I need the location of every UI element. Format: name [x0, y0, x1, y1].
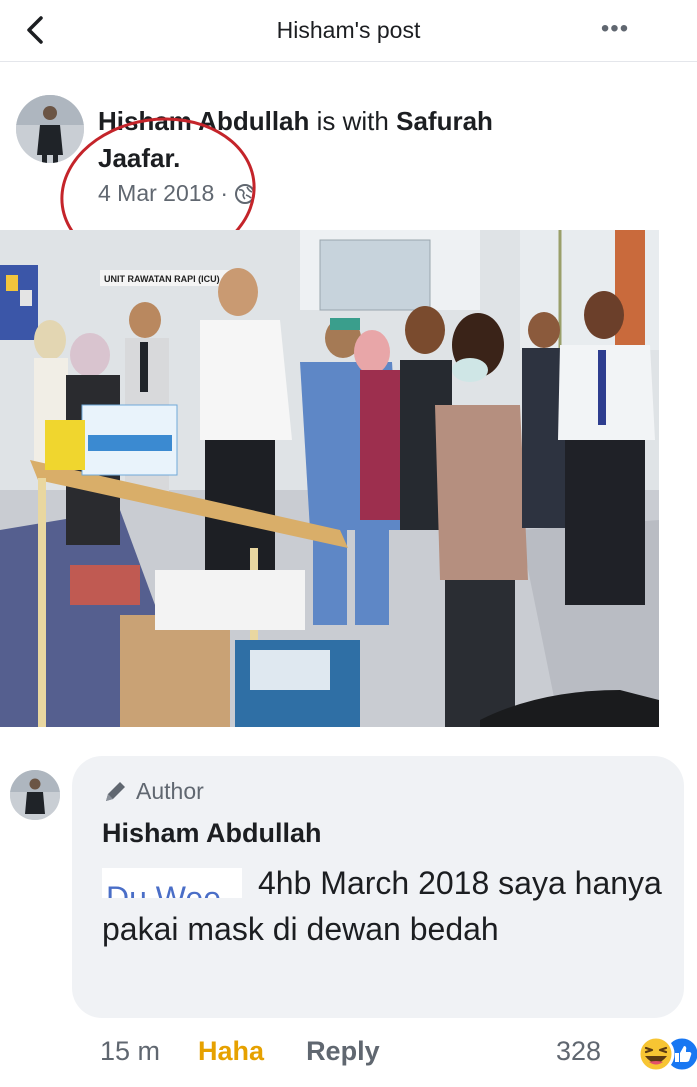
reply-button[interactable]: Reply: [306, 1036, 380, 1067]
author-badge-label: Author: [136, 778, 204, 804]
post-author-avatar[interactable]: [16, 95, 84, 163]
reaction-count[interactable]: 328: [556, 1036, 601, 1067]
reaction-icons[interactable]: [630, 1034, 697, 1074]
haha-reaction-button[interactable]: Haha: [198, 1036, 264, 1067]
with-text: is with: [316, 106, 389, 136]
photo-sign: UNIT RAWATAN RAPI (ICU): [104, 274, 220, 284]
redacted-mention: Du Wee: [102, 868, 242, 898]
comment-bubble: Author Hisham Abdullah Du Wee 4hb March 2…: [72, 756, 684, 1018]
comment-actions: 15 m Haha Reply: [100, 1036, 380, 1067]
comment-timestamp[interactable]: 15 m: [100, 1036, 160, 1067]
pencil-icon: [106, 781, 125, 801]
page-title: Hisham's post: [276, 17, 421, 43]
tagged-person-name[interactable]: Safurah: [396, 106, 493, 136]
more-options-button[interactable]: •••: [595, 14, 635, 44]
haha-emoji-icon: [637, 1035, 675, 1073]
comment-text: Du Wee 4hb March 2018 saya hanya pakai ma…: [102, 860, 672, 952]
author-badge: Author: [102, 778, 204, 805]
commenter-avatar[interactable]: [10, 770, 60, 820]
post-photo[interactable]: UNIT RAWATAN RAPI (ICU): [0, 230, 659, 727]
comment-author-name[interactable]: Hisham Abdullah: [102, 818, 322, 849]
top-bar: Hisham's post •••: [0, 0, 697, 62]
